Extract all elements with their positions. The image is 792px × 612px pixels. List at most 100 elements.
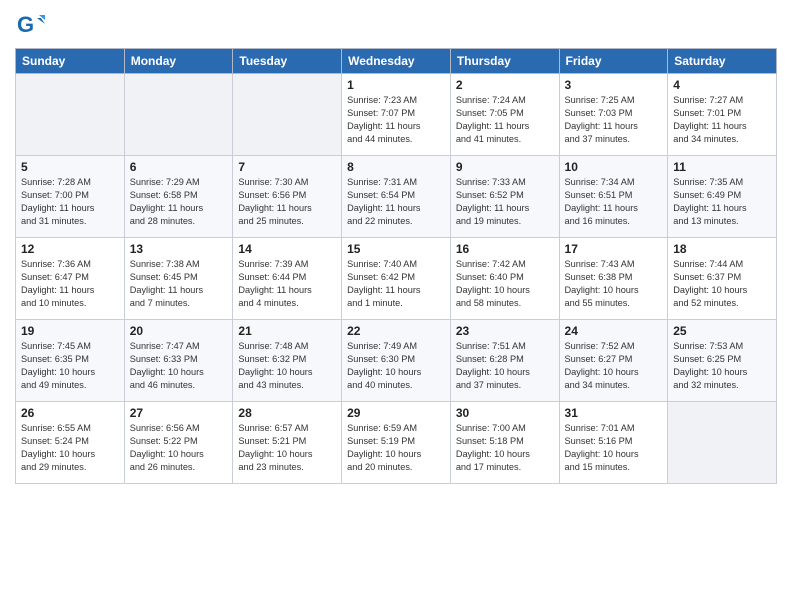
day-number: 29 — [347, 406, 445, 420]
day-number: 3 — [565, 78, 663, 92]
calendar-cell: 7Sunrise: 7:30 AM Sunset: 6:56 PM Daylig… — [233, 156, 342, 238]
day-info: Sunrise: 7:25 AM Sunset: 7:03 PM Dayligh… — [565, 94, 663, 146]
day-info: Sunrise: 7:48 AM Sunset: 6:32 PM Dayligh… — [238, 340, 336, 392]
day-info: Sunrise: 7:00 AM Sunset: 5:18 PM Dayligh… — [456, 422, 554, 474]
day-number: 28 — [238, 406, 336, 420]
svg-text:G: G — [17, 12, 34, 37]
day-info: Sunrise: 6:57 AM Sunset: 5:21 PM Dayligh… — [238, 422, 336, 474]
calendar-cell: 15 Sunrise: 7:40 AM Sunset: 6:42 PM Dayli… — [342, 238, 451, 320]
calendar-cell: 4 Sunrise: 7:27 AM Sunset: 7:01 PM Daylig… — [668, 74, 777, 156]
calendar-week-2: 5Sunrise: 7:28 AM Sunset: 7:00 PM Daylig… — [16, 156, 777, 238]
calendar-cell: 30 Sunrise: 7:00 AM Sunset: 5:18 PM Dayli… — [450, 402, 559, 484]
calendar-cell: 9Sunrise: 7:33 AM Sunset: 6:52 PM Daylig… — [450, 156, 559, 238]
calendar-cell: 23 Sunrise: 7:51 AM Sunset: 6:28 PM Dayli… — [450, 320, 559, 402]
calendar-cell: 20 Sunrise: 7:47 AM Sunset: 6:33 PM Dayli… — [124, 320, 233, 402]
day-number: 16 — [456, 242, 554, 256]
calendar-cell: 10Sunrise: 7:34 AM Sunset: 6:51 PM Dayli… — [559, 156, 668, 238]
day-number: 8 — [347, 160, 445, 174]
weekday-header-friday: Friday — [559, 49, 668, 74]
calendar-cell: 8 Sunrise: 7:31 AM Sunset: 6:54 PM Daylig… — [342, 156, 451, 238]
logo: G — [15, 10, 48, 40]
day-info: Sunrise: 7:23 AM Sunset: 7:07 PM Dayligh… — [347, 94, 445, 146]
calendar-cell: 16 Sunrise: 7:42 AM Sunset: 6:40 PM Dayli… — [450, 238, 559, 320]
day-number: 1 — [347, 78, 445, 92]
calendar-cell: 24Sunrise: 7:52 AM Sunset: 6:27 PM Dayli… — [559, 320, 668, 402]
day-number: 26 — [21, 406, 119, 420]
day-number: 19 — [21, 324, 119, 338]
weekday-header-monday: Monday — [124, 49, 233, 74]
calendar-cell: 1 Sunrise: 7:23 AM Sunset: 7:07 PM Daylig… — [342, 74, 451, 156]
calendar-cell: 19 Sunrise: 7:45 AM Sunset: 6:35 PM Dayli… — [16, 320, 125, 402]
calendar-cell — [124, 74, 233, 156]
day-info: Sunrise: 7:44 AM Sunset: 6:37 PM Dayligh… — [673, 258, 771, 310]
day-info: Sunrise: 7:38 AM Sunset: 6:45 PM Dayligh… — [130, 258, 228, 310]
day-number: 30 — [456, 406, 554, 420]
day-info: Sunrise: 7:52 AM Sunset: 6:27 PM Dayligh… — [565, 340, 663, 392]
day-info: Sunrise: 7:35 AM Sunset: 6:49 PM Dayligh… — [673, 176, 771, 228]
day-info: Sunrise: 7:49 AM Sunset: 6:30 PM Dayligh… — [347, 340, 445, 392]
day-number: 14 — [238, 242, 336, 256]
weekday-header-wednesday: Wednesday — [342, 49, 451, 74]
calendar-cell — [233, 74, 342, 156]
calendar-cell: 3 Sunrise: 7:25 AM Sunset: 7:03 PM Daylig… — [559, 74, 668, 156]
day-info: Sunrise: 7:34 AM Sunset: 6:51 PM Dayligh… — [565, 176, 663, 228]
day-info: Sunrise: 7:45 AM Sunset: 6:35 PM Dayligh… — [21, 340, 119, 392]
day-number: 11 — [673, 160, 771, 174]
day-info: Sunrise: 7:28 AM Sunset: 7:00 PM Dayligh… — [21, 176, 119, 228]
weekday-header-thursday: Thursday — [450, 49, 559, 74]
calendar-cell: 28 Sunrise: 6:57 AM Sunset: 5:21 PM Dayli… — [233, 402, 342, 484]
day-info: Sunrise: 7:39 AM Sunset: 6:44 PM Dayligh… — [238, 258, 336, 310]
weekday-header-sunday: Sunday — [16, 49, 125, 74]
calendar-cell: 26 Sunrise: 6:55 AM Sunset: 5:24 PM Dayli… — [16, 402, 125, 484]
day-number: 20 — [130, 324, 228, 338]
calendar-cell: 29 Sunrise: 6:59 AM Sunset: 5:19 PM Dayli… — [342, 402, 451, 484]
calendar-cell: 13Sunrise: 7:38 AM Sunset: 6:45 PM Dayli… — [124, 238, 233, 320]
calendar-cell: 14 Sunrise: 7:39 AM Sunset: 6:44 PM Dayli… — [233, 238, 342, 320]
day-info: Sunrise: 7:42 AM Sunset: 6:40 PM Dayligh… — [456, 258, 554, 310]
day-number: 23 — [456, 324, 554, 338]
day-info: Sunrise: 6:56 AM Sunset: 5:22 PM Dayligh… — [130, 422, 228, 474]
calendar-cell — [668, 402, 777, 484]
day-number: 4 — [673, 78, 771, 92]
day-info: Sunrise: 7:40 AM Sunset: 6:42 PM Dayligh… — [347, 258, 445, 310]
day-number: 15 — [347, 242, 445, 256]
calendar-cell: 17Sunrise: 7:43 AM Sunset: 6:38 PM Dayli… — [559, 238, 668, 320]
calendar-cell: 12Sunrise: 7:36 AM Sunset: 6:47 PM Dayli… — [16, 238, 125, 320]
day-number: 31 — [565, 406, 663, 420]
day-info: Sunrise: 7:30 AM Sunset: 6:56 PM Dayligh… — [238, 176, 336, 228]
day-info: Sunrise: 7:47 AM Sunset: 6:33 PM Dayligh… — [130, 340, 228, 392]
calendar-cell: 5Sunrise: 7:28 AM Sunset: 7:00 PM Daylig… — [16, 156, 125, 238]
page-header: G — [15, 10, 777, 40]
day-info: Sunrise: 6:59 AM Sunset: 5:19 PM Dayligh… — [347, 422, 445, 474]
day-info: Sunrise: 7:27 AM Sunset: 7:01 PM Dayligh… — [673, 94, 771, 146]
calendar-cell: 2 Sunrise: 7:24 AM Sunset: 7:05 PM Daylig… — [450, 74, 559, 156]
weekday-header-row: SundayMondayTuesdayWednesdayThursdayFrid… — [16, 49, 777, 74]
day-info: Sunrise: 7:31 AM Sunset: 6:54 PM Dayligh… — [347, 176, 445, 228]
day-number: 9 — [456, 160, 554, 174]
calendar-cell: 27 Sunrise: 6:56 AM Sunset: 5:22 PM Dayli… — [124, 402, 233, 484]
day-info: Sunrise: 7:29 AM Sunset: 6:58 PM Dayligh… — [130, 176, 228, 228]
day-number: 12 — [21, 242, 119, 256]
day-number: 18 — [673, 242, 771, 256]
day-number: 17 — [565, 242, 663, 256]
day-number: 21 — [238, 324, 336, 338]
weekday-header-saturday: Saturday — [668, 49, 777, 74]
calendar-cell: 18 Sunrise: 7:44 AM Sunset: 6:37 PM Dayli… — [668, 238, 777, 320]
day-number: 27 — [130, 406, 228, 420]
logo-icon: G — [15, 10, 45, 40]
calendar-cell: 31Sunrise: 7:01 AM Sunset: 5:16 PM Dayli… — [559, 402, 668, 484]
day-number: 22 — [347, 324, 445, 338]
day-info: Sunrise: 7:24 AM Sunset: 7:05 PM Dayligh… — [456, 94, 554, 146]
day-info: Sunrise: 7:53 AM Sunset: 6:25 PM Dayligh… — [673, 340, 771, 392]
calendar-cell: 22 Sunrise: 7:49 AM Sunset: 6:30 PM Dayli… — [342, 320, 451, 402]
calendar-week-3: 12Sunrise: 7:36 AM Sunset: 6:47 PM Dayli… — [16, 238, 777, 320]
day-info: Sunrise: 7:51 AM Sunset: 6:28 PM Dayligh… — [456, 340, 554, 392]
calendar-cell: 11 Sunrise: 7:35 AM Sunset: 6:49 PM Dayli… — [668, 156, 777, 238]
calendar-cell: 25Sunrise: 7:53 AM Sunset: 6:25 PM Dayli… — [668, 320, 777, 402]
day-number: 2 — [456, 78, 554, 92]
day-info: Sunrise: 6:55 AM Sunset: 5:24 PM Dayligh… — [21, 422, 119, 474]
day-number: 6 — [130, 160, 228, 174]
calendar-week-4: 19 Sunrise: 7:45 AM Sunset: 6:35 PM Dayli… — [16, 320, 777, 402]
calendar-cell — [16, 74, 125, 156]
weekday-header-tuesday: Tuesday — [233, 49, 342, 74]
